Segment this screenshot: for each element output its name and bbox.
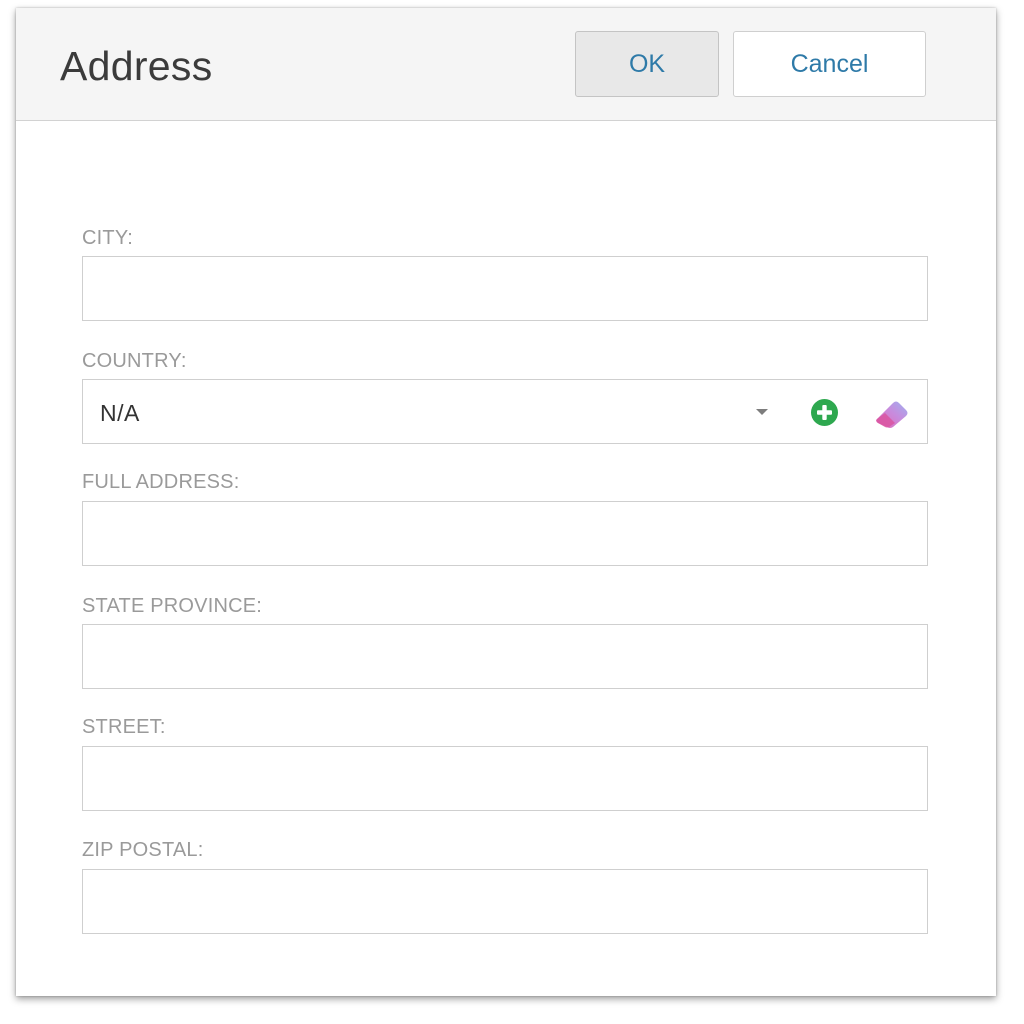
zip-postal-input[interactable]: [82, 869, 928, 934]
country-select[interactable]: N/A: [82, 379, 928, 444]
city-input[interactable]: [82, 256, 928, 321]
state-province-label: STATE PROVINCE:: [82, 595, 263, 617]
country-label: COUNTRY:: [82, 350, 187, 372]
chevron-down-icon[interactable]: [756, 409, 768, 415]
cancel-button[interactable]: Cancel: [733, 31, 926, 97]
street-label: STREET:: [82, 716, 166, 738]
ok-button[interactable]: OK: [575, 31, 719, 97]
street-input[interactable]: [82, 746, 928, 811]
dialog-header: Address OK Cancel: [16, 8, 996, 121]
zip-postal-label: ZIP POSTAL:: [82, 839, 204, 861]
address-dialog: Address OK Cancel CITY: COUNTRY: N/A FUL…: [16, 8, 996, 996]
add-circle-icon[interactable]: [810, 398, 839, 427]
state-province-input[interactable]: [82, 624, 928, 689]
country-selected-value: N/A: [100, 400, 140, 426]
dialog-title: Address: [60, 43, 213, 89]
city-label: CITY:: [82, 227, 134, 249]
full-address-input[interactable]: [82, 501, 928, 566]
full-address-label: FULL ADDRESS:: [82, 471, 240, 493]
eraser-icon[interactable]: [873, 397, 913, 429]
